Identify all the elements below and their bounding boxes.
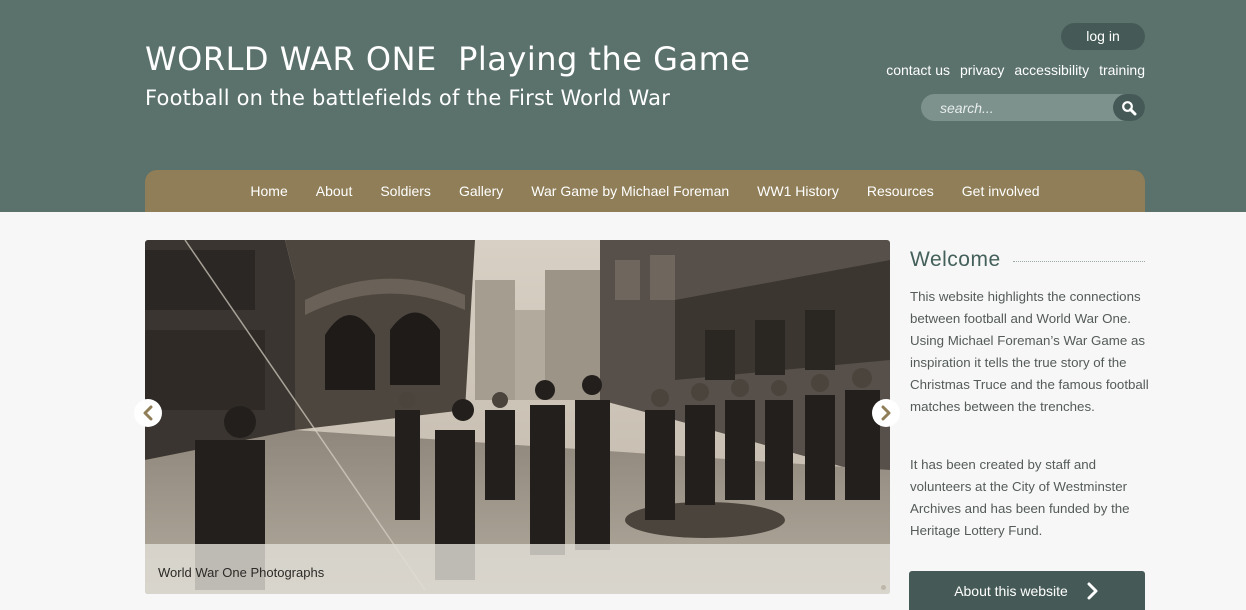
chevron-right-icon — [881, 405, 891, 421]
accessibility-link[interactable]: accessibility — [1014, 62, 1089, 78]
nav-resources[interactable]: Resources — [867, 183, 934, 199]
search-box — [921, 94, 1145, 121]
nav-gallery[interactable]: Gallery — [459, 183, 503, 199]
search-button[interactable] — [1113, 94, 1145, 121]
nav-ww1-history[interactable]: WW1 History — [757, 183, 839, 199]
about-website-label: About this website — [954, 582, 1068, 599]
login-button[interactable]: log in — [1061, 23, 1145, 50]
welcome-title: Welcome — [910, 248, 1001, 271]
site-header: WORLD WAR ONE Playing the Game Football … — [0, 0, 1246, 212]
slide-caption-bar: World War One Photographs — [145, 544, 890, 594]
chevron-right-icon — [1087, 582, 1098, 599]
nav-soldiers[interactable]: Soldiers — [380, 183, 431, 199]
welcome-heading: Welcome — [910, 248, 1145, 272]
welcome-paragraph-1: This website highlights the connections … — [910, 289, 1149, 414]
slider-prev-button[interactable] — [134, 399, 162, 427]
main-nav: Home About Soldiers Gallery War Game by … — [145, 170, 1145, 212]
training-link[interactable]: training — [1099, 62, 1145, 78]
search-input[interactable] — [921, 94, 1113, 121]
search-icon — [1122, 100, 1137, 115]
contact-us-link[interactable]: contact us — [886, 62, 950, 78]
site-title[interactable]: WORLD WAR ONE Playing the Game — [145, 40, 750, 78]
slide-photo — [145, 240, 890, 594]
image-slider[interactable]: World War One Photographs — [145, 240, 890, 594]
about-website-button[interactable]: About this website — [909, 571, 1145, 610]
nav-get-involved[interactable]: Get involved — [962, 183, 1040, 199]
welcome-paragraph-2: It has been created by staff and volunte… — [910, 457, 1130, 538]
nav-about[interactable]: About — [316, 183, 353, 199]
nav-war-game[interactable]: War Game by Michael Foreman — [531, 183, 729, 199]
chevron-left-icon — [143, 405, 153, 421]
slider-next-button[interactable] — [872, 399, 900, 427]
welcome-divider — [1012, 260, 1145, 262]
privacy-link[interactable]: privacy — [960, 62, 1004, 78]
nav-home[interactable]: Home — [250, 183, 287, 199]
site-subtitle: Football on the battlefields of the Firs… — [145, 86, 671, 110]
slide-caption: World War One Photographs — [158, 565, 325, 580]
utility-links: contact us privacy accessibility trainin… — [886, 62, 1145, 78]
slider-indicator[interactable] — [881, 585, 886, 590]
